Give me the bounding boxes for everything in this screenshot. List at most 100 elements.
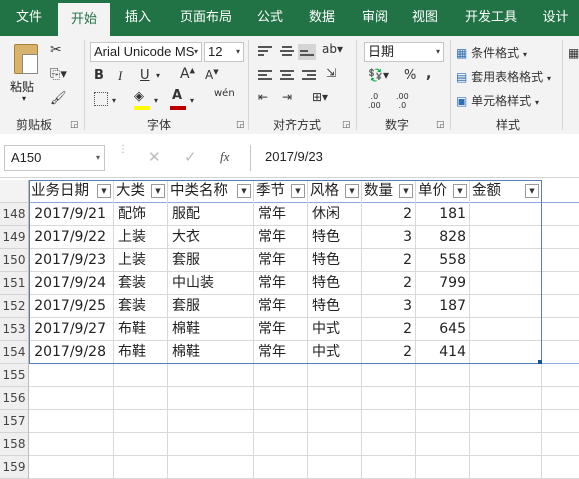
insert-function-icon[interactable]: fx (220, 149, 229, 165)
table-cell[interactable] (470, 318, 542, 341)
table-cell[interactable]: 常年 (254, 341, 308, 364)
table-cell[interactable]: 配饰 (114, 203, 168, 226)
filter-dropdown-icon[interactable]: ▼ (291, 184, 305, 198)
table-cell[interactable]: 棉鞋 (168, 341, 254, 364)
chevron-down-icon[interactable]: ▾ (156, 71, 160, 80)
tab-1[interactable]: 开始 (58, 3, 110, 39)
enter-icon[interactable]: ✓ (184, 148, 197, 166)
table-cell[interactable]: 常年 (254, 295, 308, 318)
table-cell[interactable]: 2 (362, 249, 416, 272)
table-cell[interactable] (470, 341, 542, 364)
row-header[interactable]: 151 (0, 272, 29, 295)
row-header[interactable]: 156 (0, 387, 29, 410)
row-header[interactable]: 152 (0, 295, 29, 318)
tab-4[interactable]: 公式 (246, 0, 294, 36)
row-header[interactable]: 155 (0, 364, 29, 387)
font-name-combo[interactable]: Arial Unicode MS ▾ (90, 42, 202, 62)
table-cell[interactable]: 常年 (254, 249, 308, 272)
wrap-text-icon[interactable]: ⇲ (326, 66, 336, 80)
font-color-icon[interactable]: A (172, 88, 182, 103)
tab-0[interactable]: 文件 (0, 0, 58, 36)
phonetic-icon[interactable]: wén (214, 88, 235, 99)
table-cell[interactable]: 大衣 (168, 226, 254, 249)
paste-button[interactable]: 粘贴 ▾ (8, 44, 44, 104)
cancel-icon[interactable]: ✕ (148, 148, 161, 166)
merge-center-icon[interactable]: ⊞▾ (312, 90, 328, 104)
table-cell[interactable]: 套服 (168, 295, 254, 318)
select-all-corner[interactable] (0, 180, 29, 203)
table-cell[interactable]: 645 (416, 318, 470, 341)
table-cell[interactable]: 布鞋 (114, 341, 168, 364)
table-cell[interactable]: 187 (416, 295, 470, 318)
bold-button[interactable]: B (94, 68, 104, 83)
table-cell[interactable]: 套装 (114, 272, 168, 295)
table-cell[interactable]: 常年 (254, 203, 308, 226)
table-cell[interactable]: 2017/9/25 (29, 295, 114, 318)
table-cell[interactable]: 799 (416, 272, 470, 295)
table-cell[interactable]: 常年 (254, 318, 308, 341)
dialog-launcher-icon[interactable]: ◲ (342, 120, 351, 130)
chevron-down-icon[interactable]: ▾ (154, 96, 158, 105)
dialog-launcher-icon[interactable]: ◲ (236, 120, 245, 130)
tab-9[interactable]: 设计 (532, 0, 579, 36)
comma-style-icon[interactable]: , (426, 66, 431, 82)
insert-cells-icon[interactable]: ▦ (568, 46, 579, 60)
copy-icon[interactable]: ⎘▾ (50, 67, 67, 82)
format-as-table-button[interactable]: ▤ 套用表格格式 ▾ (456, 68, 551, 85)
filter-dropdown-icon[interactable]: ▼ (151, 184, 165, 198)
row-header[interactable]: 149 (0, 226, 29, 249)
align-center-icon[interactable] (280, 70, 294, 82)
table-cell[interactable]: 上装 (114, 249, 168, 272)
table-cell[interactable] (470, 272, 542, 295)
decrease-decimal-icon[interactable]: .00.0 (396, 92, 409, 110)
table-cell[interactable]: 2017/9/27 (29, 318, 114, 341)
table-cell[interactable]: 中式 (308, 318, 362, 341)
increase-indent-icon[interactable]: ⇥ (282, 90, 292, 104)
tab-2[interactable]: 插入 (110, 0, 166, 36)
formula-input[interactable]: 2017/9/23 (250, 145, 579, 171)
table-cell[interactable]: 181 (416, 203, 470, 226)
table-cell[interactable] (470, 249, 542, 272)
table-cell[interactable]: 中式 (308, 341, 362, 364)
table-cell[interactable] (470, 295, 542, 318)
align-top-icon[interactable] (258, 46, 272, 58)
row-header[interactable]: 159 (0, 456, 29, 479)
chevron-down-icon[interactable]: ▾ (112, 96, 116, 105)
table-cell[interactable]: 2 (362, 318, 416, 341)
table-cell[interactable]: 414 (416, 341, 470, 364)
filter-dropdown-icon[interactable]: ▼ (345, 184, 359, 198)
fill-color-icon[interactable]: ◈ (134, 89, 144, 104)
table-cell[interactable]: 布鞋 (114, 318, 168, 341)
align-right-icon[interactable] (302, 70, 316, 82)
row-header[interactable]: 148 (0, 203, 29, 226)
table-resize-handle[interactable] (538, 360, 542, 364)
tab-7[interactable]: 视图 (400, 0, 450, 36)
table-cell[interactable]: 上装 (114, 226, 168, 249)
filter-dropdown-icon[interactable]: ▼ (237, 184, 251, 198)
increase-decimal-icon[interactable]: .0.00 (368, 92, 381, 110)
table-cell[interactable]: 558 (416, 249, 470, 272)
table-cell[interactable]: 特色 (308, 272, 362, 295)
underline-button[interactable]: U (140, 68, 150, 83)
tab-6[interactable]: 审阅 (350, 0, 400, 36)
table-cell[interactable] (470, 226, 542, 249)
table-cell[interactable]: 2 (362, 272, 416, 295)
table-cell[interactable]: 2017/9/22 (29, 226, 114, 249)
border-icon[interactable] (94, 92, 108, 106)
row-header[interactable]: 154 (0, 341, 29, 364)
table-cell[interactable]: 2017/9/21 (29, 203, 114, 226)
table-cell[interactable]: 828 (416, 226, 470, 249)
name-box[interactable]: A150 ▾ (4, 145, 105, 171)
table-cell[interactable]: 套装 (114, 295, 168, 318)
align-bottom-icon[interactable] (298, 44, 316, 60)
align-left-icon[interactable] (258, 70, 272, 82)
dialog-launcher-icon[interactable]: ◲ (70, 120, 79, 130)
italic-button[interactable]: I (118, 68, 122, 84)
tab-3[interactable]: 页面布局 (166, 0, 246, 36)
decrease-indent-icon[interactable]: ⇤ (258, 90, 268, 104)
percent-icon[interactable]: % (404, 68, 416, 83)
row-header[interactable]: 158 (0, 433, 29, 456)
row-header[interactable]: 153 (0, 318, 29, 341)
table-cell[interactable]: 2 (362, 341, 416, 364)
align-middle-icon[interactable] (280, 46, 294, 58)
